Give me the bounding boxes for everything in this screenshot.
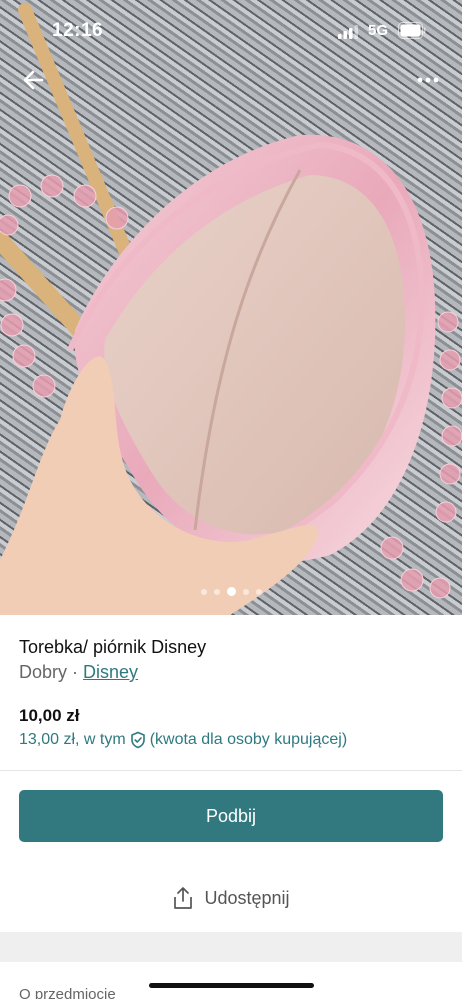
meta-separator: · <box>72 662 79 682</box>
shield-check-icon[interactable] <box>129 731 147 749</box>
section-separator <box>0 932 462 962</box>
pager-dot[interactable] <box>200 589 207 595</box>
status-time: 12:16 <box>52 20 104 41</box>
share-label: Udostępnij <box>204 887 290 908</box>
item-title: Torebka/ piórnik Disney <box>19 637 207 657</box>
item-meta: Dobry · Disney <box>19 662 138 683</box>
buyer-total-amount: 13,00 zł, w tym <box>19 731 126 748</box>
status-bar: 12:16 5G <box>0 0 462 60</box>
item-photo[interactable] <box>0 0 462 615</box>
item-price: 10,00 zł <box>19 706 80 725</box>
pager-dot[interactable] <box>213 589 220 595</box>
signal-icon <box>338 25 358 39</box>
back-button[interactable] <box>18 64 50 96</box>
battery-icon <box>398 22 426 39</box>
arrow-left-icon <box>23 70 44 90</box>
buyer-total-note: (kwota dla osoby kupującej) <box>149 731 348 748</box>
pager-dot-active[interactable] <box>226 587 236 596</box>
share-icon <box>174 887 193 909</box>
pager-dot[interactable] <box>255 589 262 595</box>
network-label: 5G <box>368 22 389 39</box>
more-horizontal-icon <box>417 77 439 83</box>
item-photo-illustration <box>0 3 462 615</box>
pager-dot[interactable] <box>242 589 249 595</box>
more-options-button[interactable] <box>410 66 446 94</box>
bump-button[interactable]: Podbij <box>19 790 443 842</box>
share-button[interactable]: Udostępnij <box>0 880 462 916</box>
item-condition: Dobry <box>19 662 68 682</box>
buyer-total-price[interactable]: 13,00 zł, w tym (kwota dla osoby kupując… <box>19 731 347 749</box>
section-heading: O przedmiocie <box>19 986 116 999</box>
photo-pager <box>0 587 462 597</box>
divider <box>0 770 462 771</box>
brand-link[interactable]: Disney <box>83 662 138 683</box>
home-indicator <box>149 983 314 988</box>
